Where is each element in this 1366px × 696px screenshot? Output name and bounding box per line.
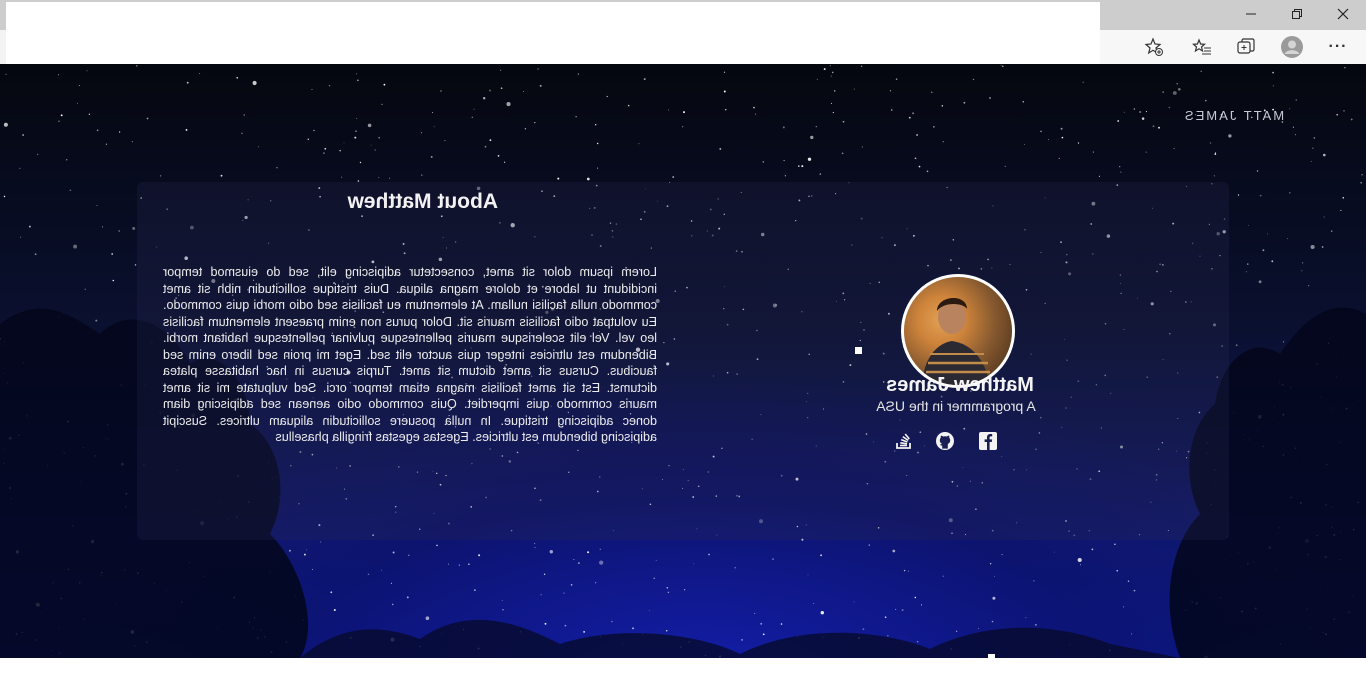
about-text: Lorem ipsum dolor sit amet, consectetur …	[163, 265, 657, 444]
about-title: About Matthew	[347, 190, 498, 213]
profile-subtitle: A programmer in the USA	[876, 398, 1036, 414]
favorites-icon	[1192, 38, 1211, 55]
restore-button[interactable]	[1274, 0, 1320, 28]
avatar-photo	[904, 277, 1012, 385]
collections-button[interactable]	[1233, 34, 1259, 60]
profile-name: Matthew James	[886, 374, 1034, 396]
more-icon: ···	[1328, 38, 1348, 55]
more-button[interactable]: ···	[1325, 34, 1351, 60]
collections-icon	[1237, 38, 1255, 54]
profile-button[interactable]	[1279, 34, 1305, 60]
decorative-dot	[855, 347, 862, 354]
page-footer-area	[0, 658, 1366, 696]
minimize-button[interactable]	[1228, 0, 1274, 28]
add-favorite-icon	[1144, 37, 1163, 56]
restore-icon	[1292, 9, 1302, 19]
avatar	[901, 274, 1015, 388]
facebook-link[interactable]	[977, 430, 999, 452]
address-bar-overlay	[6, 2, 1100, 64]
add-favorite-button[interactable]	[1141, 34, 1167, 60]
close-icon	[1337, 8, 1349, 20]
profile-icon	[1281, 36, 1303, 58]
facebook-icon	[979, 432, 997, 450]
stackoverflow-link[interactable]	[893, 430, 915, 452]
site-brand[interactable]: MATT JAMES	[1183, 108, 1284, 123]
github-icon	[936, 432, 954, 450]
stackoverflow-icon	[896, 433, 911, 449]
github-link[interactable]	[934, 430, 956, 452]
minimize-icon	[1246, 13, 1256, 15]
close-button[interactable]	[1320, 0, 1366, 28]
decorative-dot	[988, 654, 995, 660]
favorites-button[interactable]	[1189, 34, 1215, 60]
page-background: MATT JAMES About Matthew Lorem ipsum dol…	[0, 64, 1366, 658]
